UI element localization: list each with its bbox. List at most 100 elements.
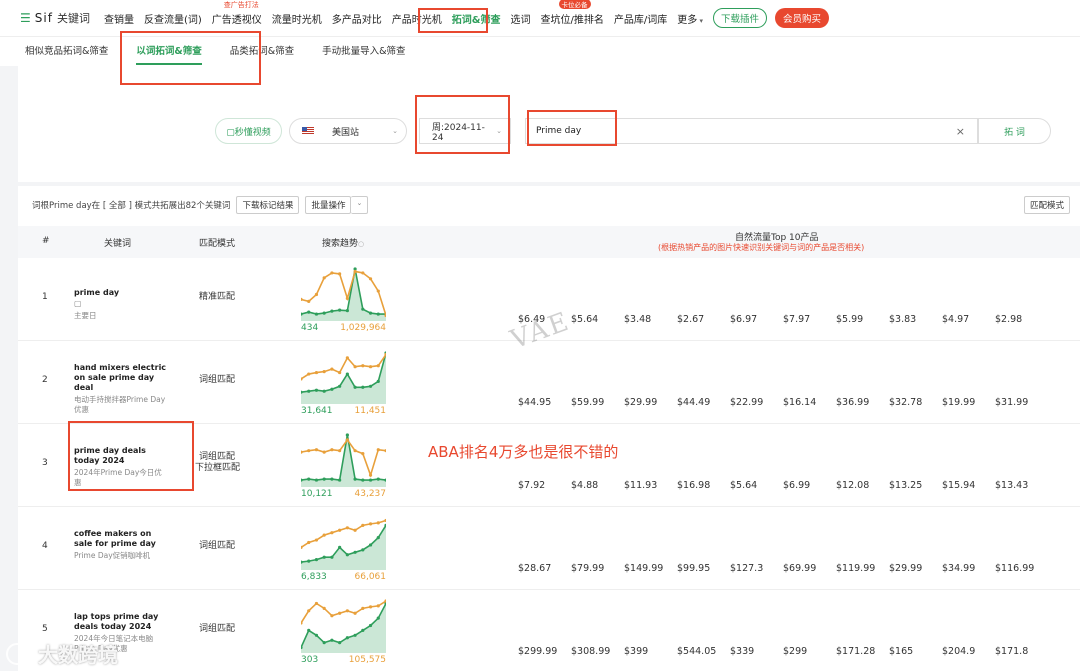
product-price[interactable]: $28.67 bbox=[518, 563, 551, 574]
search-trend-chart[interactable]: 434 1,029,964 bbox=[299, 266, 388, 333]
product-price[interactable]: $339 bbox=[730, 646, 754, 657]
video-tutorial-button[interactable]: ▢秒懂视频 bbox=[215, 118, 282, 144]
nav-item[interactable]: 查销量 bbox=[104, 11, 134, 26]
product-price[interactable]: $171.8 bbox=[995, 646, 1028, 657]
header-trend[interactable]: 搜索趋势○ bbox=[322, 236, 364, 249]
product-price[interactable]: $204.9 bbox=[942, 646, 975, 657]
product-price[interactable]: $2.67 bbox=[677, 314, 704, 325]
product-price[interactable]: $127.3 bbox=[730, 563, 763, 574]
copy-icon[interactable]: ▢ bbox=[74, 299, 82, 308]
product-price[interactable]: $5.64 bbox=[730, 480, 757, 491]
product-price[interactable]: $399 bbox=[624, 646, 648, 657]
product-price[interactable]: $16.98 bbox=[677, 480, 710, 491]
search-trend-chart[interactable]: 31,641 11,451 bbox=[299, 349, 388, 416]
product-price[interactable]: $6.97 bbox=[730, 314, 757, 325]
product-price[interactable]: $44.95 bbox=[518, 397, 551, 408]
product-price[interactable]: $69.99 bbox=[783, 563, 816, 574]
table-row[interactable]: 4 coffee makers on sale for prime day Prim… bbox=[18, 507, 1080, 590]
trend-point bbox=[353, 477, 357, 481]
product-price[interactable]: $19.99 bbox=[942, 397, 975, 408]
download-marked-button[interactable]: 下载标记结果 bbox=[236, 196, 300, 214]
product-price[interactable]: $149.99 bbox=[624, 563, 663, 574]
table-row[interactable]: 2 hand mixers electric on sale prime day … bbox=[18, 341, 1080, 424]
product-price[interactable]: $299.99 bbox=[518, 646, 557, 657]
product-price[interactable]: $119.99 bbox=[836, 563, 875, 574]
nav-item[interactable]: 反查流量(词) bbox=[144, 11, 202, 26]
product-price[interactable]: $13.43 bbox=[995, 480, 1028, 491]
trend-point bbox=[353, 365, 357, 369]
product-price[interactable]: $12.08 bbox=[836, 480, 869, 491]
product-price[interactable]: $32.78 bbox=[889, 397, 922, 408]
match-type: 词组匹配 bbox=[199, 375, 235, 386]
product-price[interactable]: $4.97 bbox=[942, 314, 969, 325]
product-price[interactable]: $165 bbox=[889, 646, 913, 657]
product-price[interactable]: $22.99 bbox=[730, 397, 763, 408]
product-price[interactable]: $99.95 bbox=[677, 563, 710, 574]
match-mode-filter[interactable]: 匹配模式 bbox=[1024, 196, 1071, 214]
product-price[interactable]: $15.94 bbox=[942, 480, 975, 491]
nav-item[interactable]: 多产品对比 bbox=[332, 11, 382, 26]
trend-point bbox=[330, 367, 334, 371]
product-price[interactable]: $3.83 bbox=[889, 314, 916, 325]
vip-purchase-button[interactable]: 会员购买 bbox=[775, 8, 830, 28]
product-price[interactable]: $2.98 bbox=[995, 314, 1022, 325]
product-price[interactable]: $7.92 bbox=[518, 480, 545, 491]
product-price[interactable]: $29.99 bbox=[889, 563, 922, 574]
nav-item[interactable]: 更多 ▾ bbox=[677, 11, 703, 26]
product-price[interactable]: $44.49 bbox=[677, 397, 710, 408]
product-price[interactable]: $7.97 bbox=[783, 314, 810, 325]
tab-manual-import[interactable]: 手动批量导入&筛查 bbox=[322, 37, 405, 67]
nav-item[interactable]: 产品库/词库 bbox=[614, 11, 667, 26]
product-price[interactable]: $34.99 bbox=[942, 563, 975, 574]
product-price[interactable]: $29.99 bbox=[624, 397, 657, 408]
product-price[interactable]: $4.88 bbox=[571, 480, 598, 491]
nav-item[interactable]: 广告透视仪 查广告打法 bbox=[212, 1, 262, 26]
expand-keywords-button[interactable]: 拓 词 bbox=[978, 118, 1051, 144]
keyword-text[interactable]: hand mixers electric on sale prime day d… bbox=[74, 363, 169, 393]
highlight-box bbox=[68, 421, 194, 491]
trend-point bbox=[376, 477, 380, 481]
keyword-text[interactable]: prime day bbox=[74, 288, 169, 298]
keyword-text[interactable]: lap tops prime day deals today 2024 bbox=[74, 612, 169, 632]
product-price[interactable]: $79.99 bbox=[571, 563, 604, 574]
nav-item[interactable]: 查坑位/推排名 卡位必备 bbox=[540, 0, 604, 26]
clear-icon[interactable]: × bbox=[956, 125, 965, 138]
logo[interactable]: ☰ Sif 关键词 bbox=[20, 10, 90, 26]
menu-icon[interactable]: ☰ bbox=[20, 11, 31, 25]
product-price[interactable]: $31.99 bbox=[995, 397, 1028, 408]
keyword-text[interactable]: coffee makers on sale for prime day bbox=[74, 529, 169, 549]
trend-sparkline bbox=[299, 267, 388, 321]
product-price[interactable]: $171.28 bbox=[836, 646, 875, 657]
nav-item[interactable]: 选词 bbox=[511, 11, 531, 26]
product-price[interactable]: $5.64 bbox=[571, 314, 598, 325]
trend-point bbox=[307, 540, 311, 545]
product-price[interactable]: $544.05 bbox=[677, 646, 716, 657]
nav-item[interactable]: 流量时光机 bbox=[272, 11, 322, 26]
product-price[interactable]: $3.48 bbox=[624, 314, 651, 325]
search-trend-chart[interactable]: 6,833 66,061 bbox=[299, 515, 388, 582]
trend-point bbox=[314, 370, 319, 375]
search-trend-chart[interactable]: 10,121 43,237 bbox=[299, 432, 388, 499]
site-select[interactable]: 美国站 ⌄ bbox=[289, 118, 407, 144]
nav-item-label: 查坑位/推排名 bbox=[540, 14, 604, 26]
trend-point bbox=[307, 609, 311, 613]
search-trend-chart[interactable]: 303 105,575 bbox=[299, 598, 388, 665]
results-info-bar: 词根Prime day在 [ 全部 ] 模式共拓展出82个关键词 下载标记结果 … bbox=[32, 196, 369, 214]
table-row[interactable]: 5 lap tops prime day deals today 2024 2024… bbox=[18, 590, 1080, 671]
product-price[interactable]: $6.99 bbox=[783, 480, 810, 491]
trend-point bbox=[314, 448, 319, 452]
product-price[interactable]: $16.14 bbox=[783, 397, 816, 408]
product-price[interactable]: $13.25 bbox=[889, 480, 922, 491]
trend-point bbox=[368, 473, 373, 477]
product-price[interactable]: $59.99 bbox=[571, 397, 604, 408]
product-price[interactable]: $308.99 bbox=[571, 646, 610, 657]
row-number: 2 bbox=[42, 375, 48, 385]
product-price[interactable]: $36.99 bbox=[836, 397, 869, 408]
tab-similar-competitor[interactable]: 相似竞品拓词&筛查 bbox=[25, 37, 108, 67]
batch-operation-dropdown[interactable]: 批量操作 ⌄ bbox=[305, 196, 369, 214]
product-price[interactable]: $11.93 bbox=[624, 480, 657, 491]
product-price[interactable]: $116.99 bbox=[995, 563, 1034, 574]
download-plugin-button[interactable]: 下载插件 bbox=[713, 8, 768, 28]
product-price[interactable]: $299 bbox=[783, 646, 807, 657]
product-price[interactable]: $5.99 bbox=[836, 314, 863, 325]
